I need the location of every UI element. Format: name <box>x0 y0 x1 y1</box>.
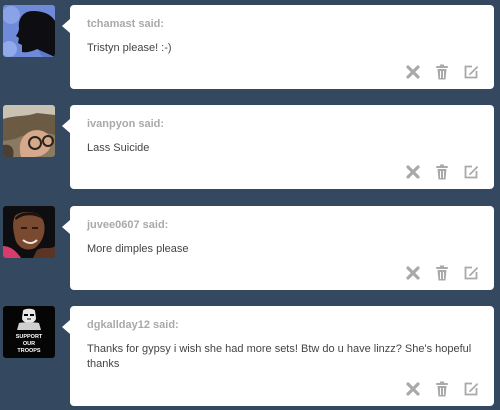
question-text: More dimples please <box>87 243 189 255</box>
asker-avatar[interactable] <box>3 5 55 57</box>
asker-name[interactable]: tchamast said: <box>87 18 164 30</box>
ask-actions <box>405 64 479 80</box>
trash-icon[interactable] <box>434 64 450 80</box>
delete-icon[interactable] <box>405 265 421 281</box>
delete-icon[interactable] <box>405 381 421 397</box>
silhouette-avatar <box>3 5 55 57</box>
avatar-line-2: OUR <box>23 341 35 347</box>
avatar-line-1: SUPPORT <box>16 334 43 340</box>
asker-name[interactable]: juvee0607 said: <box>87 219 168 231</box>
photo-avatar <box>3 206 55 258</box>
ask-card: tchamast said: Tristyn please! :-) <box>62 5 494 89</box>
trash-icon[interactable] <box>434 381 450 397</box>
support-our-troops-avatar: SUPPORT OUR TROOPS <box>3 306 55 358</box>
avatar-line-3: TROOPS <box>17 348 41 354</box>
edit-icon[interactable] <box>463 64 479 80</box>
ask-actions <box>405 265 479 281</box>
asker-avatar[interactable] <box>3 206 55 258</box>
asker-name[interactable]: ivanpyon said: <box>87 118 164 130</box>
ask-card: ivanpyon said: Lass Suicide <box>62 105 494 189</box>
delete-icon[interactable] <box>405 164 421 180</box>
trash-icon[interactable] <box>434 265 450 281</box>
ask-feed: tchamast said: Tristyn please! :-) ivanp… <box>0 0 500 410</box>
edit-icon[interactable] <box>463 381 479 397</box>
question-text: Thanks for gypsy i wish she had more set… <box>87 343 472 370</box>
ask-actions <box>405 164 479 180</box>
question-text: Tristyn please! :-) <box>87 42 172 54</box>
edit-icon[interactable] <box>463 164 479 180</box>
question-text: Lass Suicide <box>87 142 150 154</box>
delete-icon[interactable] <box>405 64 421 80</box>
asker-avatar[interactable] <box>3 105 55 157</box>
ask-card: juvee0607 said: More dimples please <box>62 206 494 290</box>
ask-card: dgkallday12 said: Thanks for gypsy i wis… <box>62 306 494 406</box>
photo-avatar <box>3 105 55 157</box>
asker-name[interactable]: dgkallday12 said: <box>87 319 179 331</box>
edit-icon[interactable] <box>463 265 479 281</box>
ask-actions <box>405 381 479 397</box>
asker-avatar[interactable]: SUPPORT OUR TROOPS <box>3 306 55 358</box>
trash-icon[interactable] <box>434 164 450 180</box>
